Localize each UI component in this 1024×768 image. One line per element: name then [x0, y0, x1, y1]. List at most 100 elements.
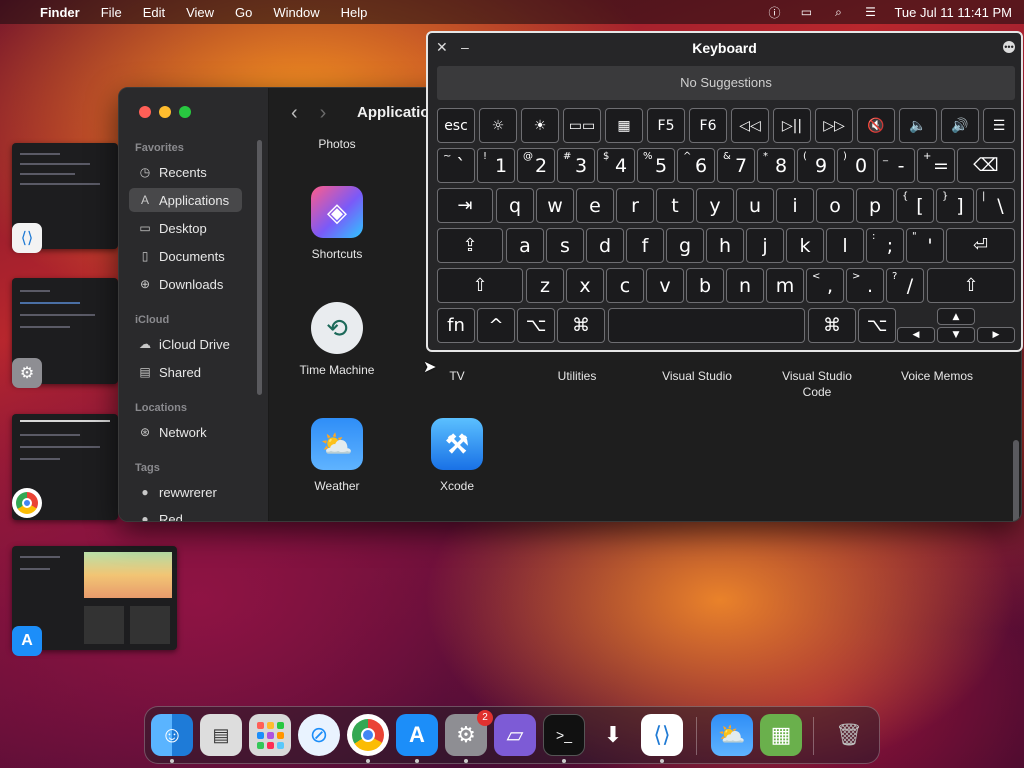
key-q[interactable]: q: [496, 188, 534, 223]
dock-system-settings-icon[interactable]: ⚙ 2: [445, 710, 493, 756]
key-equals[interactable]: + =: [917, 148, 955, 183]
key-u[interactable]: u: [736, 188, 774, 223]
app-item-shortcuts[interactable]: ◈ Shortcuts: [277, 186, 397, 262]
app-item-weather[interactable]: ⛅ Weather: [277, 418, 397, 494]
key-left-shift[interactable]: ⇧: [437, 268, 523, 303]
key-minus[interactable]: _ -: [877, 148, 915, 183]
key-5[interactable]: % 5: [637, 148, 675, 183]
key-rewind[interactable]: ◁◁: [731, 108, 769, 143]
key-left-option[interactable]: ⌥: [517, 308, 555, 343]
menu-edit[interactable]: Edit: [143, 5, 165, 20]
key-right-option[interactable]: ⌥: [858, 308, 896, 343]
key-fn[interactable]: fn: [437, 308, 475, 343]
key-mute[interactable]: 🔇: [857, 108, 895, 143]
forward-button[interactable]: ›: [320, 102, 327, 125]
sidebar-item-shared[interactable]: ▤ Shared: [129, 360, 242, 384]
dock-chrome-icon[interactable]: [347, 714, 389, 756]
key-esc[interactable]: esc: [437, 108, 475, 143]
key-quote[interactable]: " ': [906, 228, 944, 263]
sidebar-item-tag-rewwrerer[interactable]: ● rewwrerer: [129, 480, 242, 504]
dock-app-store-icon[interactable]: A: [396, 714, 438, 756]
key-close-bracket[interactable]: }]: [936, 188, 974, 223]
sidebar-item-downloads[interactable]: ⊕ Downloads: [129, 272, 242, 296]
menu-window[interactable]: Window: [273, 5, 319, 20]
app-item-visual-studio[interactable]: Visual Studio: [637, 368, 757, 384]
key-arrow-right[interactable]: ▶: [977, 327, 1015, 343]
app-item-tv[interactable]: TV: [397, 368, 517, 384]
key-h[interactable]: h: [706, 228, 744, 263]
key-x[interactable]: x: [566, 268, 604, 303]
key-d[interactable]: d: [586, 228, 624, 263]
key-left-command[interactable]: ⌘: [557, 308, 605, 343]
key-slash[interactable]: ? /: [886, 268, 924, 303]
key-right-command[interactable]: ⌘: [808, 308, 856, 343]
close-button[interactable]: [139, 106, 151, 118]
key-backslash[interactable]: | \: [976, 188, 1015, 223]
key-p[interactable]: p: [856, 188, 894, 223]
key-a[interactable]: a: [506, 228, 544, 263]
key-launchpad[interactable]: ▦: [605, 108, 643, 143]
key-arrow-down[interactable]: ▼: [937, 327, 975, 343]
key-play-pause[interactable]: ▷||: [773, 108, 811, 143]
zoom-button[interactable]: [179, 106, 191, 118]
dock-weather-icon[interactable]: ⛅: [711, 714, 753, 756]
dock-file-manager-icon[interactable]: ▤: [200, 714, 242, 756]
dock-finder-icon[interactable]: ☺: [151, 714, 193, 756]
sidebar-scrollbar[interactable]: [257, 140, 262, 395]
key-j[interactable]: j: [746, 228, 784, 263]
key-arrow-up[interactable]: ▲: [937, 308, 975, 325]
key-2[interactable]: @2: [517, 148, 555, 183]
key-n[interactable]: n: [726, 268, 764, 303]
sidebar-item-desktop[interactable]: ▭ Desktop: [129, 216, 242, 240]
app-item-time-machine[interactable]: ⟲ Time Machine: [277, 302, 397, 378]
key-tab[interactable]: ⇥: [437, 188, 493, 223]
back-button[interactable]: ‹: [291, 102, 298, 125]
key-s[interactable]: s: [546, 228, 584, 263]
app-item-utilities[interactable]: Utilities: [517, 368, 637, 384]
key-volume-up[interactable]: 🔊: [941, 108, 979, 143]
key-k[interactable]: k: [786, 228, 824, 263]
key-g[interactable]: g: [666, 228, 704, 263]
key-9[interactable]: (9: [797, 148, 835, 183]
menu-view[interactable]: View: [186, 5, 214, 20]
key-right-shift[interactable]: ⇧: [927, 268, 1015, 303]
key-c[interactable]: c: [606, 268, 644, 303]
key-m[interactable]: m: [766, 268, 804, 303]
key-arrow-left[interactable]: ◀: [897, 327, 935, 343]
app-item-photos[interactable]: Photos: [277, 136, 397, 152]
app-item-visual-studio-code[interactable]: Visual Studio Code: [757, 368, 877, 400]
key-open-bracket[interactable]: {[: [896, 188, 934, 223]
key-w[interactable]: w: [536, 188, 574, 223]
sidebar-item-tag-red[interactable]: ● Red: [129, 507, 242, 522]
app-item-xcode[interactable]: ⚒ Xcode: [397, 418, 517, 494]
menu-bar-clock[interactable]: Tue Jul 11 11:41 PM: [894, 5, 1012, 20]
key-b[interactable]: b: [686, 268, 724, 303]
dock-terminal-icon[interactable]: >_: [543, 714, 585, 756]
key-mission-control[interactable]: ▭▭: [563, 108, 601, 143]
key-f5[interactable]: F5: [647, 108, 685, 143]
control-center-icon[interactable]: ☰: [862, 5, 878, 19]
menu-file[interactable]: File: [101, 5, 122, 20]
key-6[interactable]: ^ 6: [677, 148, 715, 183]
key-period[interactable]: >.: [846, 268, 884, 303]
key-1[interactable]: ! 1: [477, 148, 515, 183]
minimize-button[interactable]: [159, 106, 171, 118]
dock-installer-icon[interactable]: ⬇: [592, 714, 634, 756]
key-control[interactable]: ^: [477, 308, 515, 343]
key-r[interactable]: r: [616, 188, 654, 223]
key-space[interactable]: [608, 308, 805, 343]
keyboard-viewer-window[interactable]: ✕ – Keyboard ••• No Suggestions esc ☼ ☀ …: [426, 31, 1023, 352]
menu-help[interactable]: Help: [341, 5, 368, 20]
screen-mirroring-icon[interactable]: ▭: [798, 5, 814, 19]
key-semicolon[interactable]: :;: [866, 228, 904, 263]
key-8[interactable]: * 8: [757, 148, 795, 183]
key-y[interactable]: y: [696, 188, 734, 223]
key-brightness-up[interactable]: ☀: [521, 108, 559, 143]
key-volume-down[interactable]: 🔈: [899, 108, 937, 143]
dock-trash-icon[interactable]: 🗑: [828, 714, 870, 756]
dock-vscode-icon[interactable]: ⟨⟩: [641, 714, 683, 756]
dock-launchpad-icon[interactable]: [249, 714, 291, 756]
key-comma[interactable]: <,: [806, 268, 844, 303]
info-icon[interactable]: ⓘ: [766, 5, 782, 20]
key-delete[interactable]: ⌫: [957, 148, 1015, 183]
